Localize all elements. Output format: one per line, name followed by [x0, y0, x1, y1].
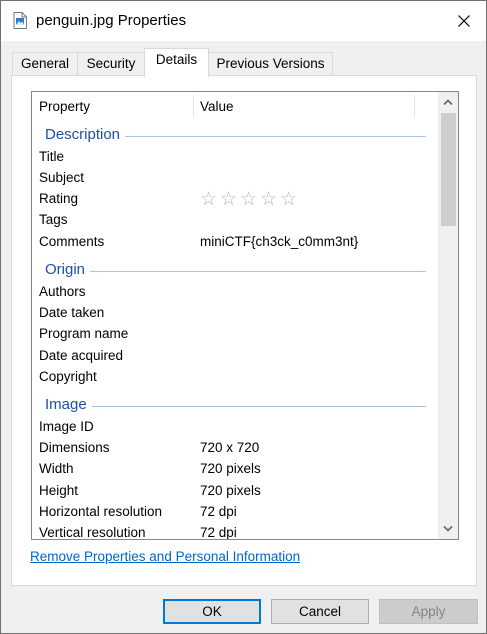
title-bar: penguin.jpg Properties [1, 1, 486, 41]
property-name: Subject [39, 170, 85, 185]
property-value[interactable]: 72 dpi [200, 504, 237, 519]
property-value[interactable]: miniCTF{ch3ck_c0mm3nt} [200, 234, 358, 249]
properties-dialog: penguin.jpg Properties General Security … [0, 0, 487, 634]
ok-button[interactable]: OK [163, 599, 261, 624]
row-program-name[interactable]: Program name [32, 323, 436, 344]
property-name: Program name [39, 326, 129, 341]
close-icon [458, 15, 470, 27]
property-rows: Description Title Subject Rating ☆☆☆☆☆ T… [32, 92, 436, 539]
row-subject[interactable]: Subject [32, 167, 436, 188]
property-name: Tags [39, 212, 68, 227]
details-panel: Description Title Subject Rating ☆☆☆☆☆ T… [11, 75, 477, 586]
scrollbar-thumb[interactable] [441, 113, 456, 226]
property-value[interactable]: 72 dpi [200, 525, 237, 539]
row-width[interactable]: Width 720 pixels [32, 458, 436, 479]
row-date-taken[interactable]: Date taken [32, 302, 436, 323]
property-name: Date taken [39, 305, 105, 320]
property-name: Comments [39, 234, 105, 249]
group-label: Description [45, 126, 126, 143]
group-image: Image [32, 394, 436, 416]
property-name: Copyright [39, 369, 97, 384]
cancel-button[interactable]: Cancel [271, 599, 369, 624]
row-vertical-resolution[interactable]: Vertical resolution 72 dpi [32, 522, 436, 539]
property-name: Width [39, 461, 74, 476]
property-name: Height [39, 483, 79, 498]
tab-strip: General Security Details Previous Versio… [11, 48, 481, 77]
column-divider[interactable] [414, 95, 415, 117]
property-list[interactable]: Description Title Subject Rating ☆☆☆☆☆ T… [31, 91, 459, 540]
column-header-property[interactable]: Property [39, 99, 90, 114]
tab-previous-versions[interactable]: Previous Versions [208, 52, 333, 76]
property-value[interactable]: 720 pixels [200, 483, 261, 498]
row-rating[interactable]: Rating ☆☆☆☆☆ [32, 188, 436, 211]
row-image-id[interactable]: Image ID [32, 416, 436, 437]
column-header-value[interactable]: Value [200, 99, 234, 114]
close-button[interactable] [442, 1, 486, 41]
row-height[interactable]: Height 720 pixels [32, 480, 436, 501]
group-label: Origin [45, 261, 91, 278]
tab-general[interactable]: General [12, 52, 78, 76]
apply-button[interactable]: Apply [379, 599, 478, 624]
property-name: Dimensions [39, 440, 110, 455]
property-name: Authors [39, 284, 86, 299]
tab-details[interactable]: Details [144, 48, 209, 77]
row-comments[interactable]: Comments miniCTF{ch3ck_c0mm3nt} [32, 231, 436, 252]
row-title[interactable]: Title [32, 146, 436, 167]
row-copyright[interactable]: Copyright [32, 366, 436, 387]
image-file-icon [13, 12, 27, 29]
row-horizontal-resolution[interactable]: Horizontal resolution 72 dpi [32, 501, 436, 522]
property-name: Title [39, 149, 65, 164]
property-name: Vertical resolution [39, 525, 146, 539]
tab-security[interactable]: Security [77, 52, 145, 76]
scroll-up-button[interactable] [438, 92, 458, 112]
list-header: Property Value [32, 92, 436, 120]
scroll-down-button[interactable] [438, 519, 458, 539]
group-label: Image [45, 396, 92, 413]
row-authors[interactable]: Authors [32, 281, 436, 302]
chevron-down-icon [443, 526, 453, 532]
property-value[interactable]: 720 x 720 [200, 440, 259, 455]
group-description: Description [32, 124, 436, 146]
property-name: Image ID [39, 419, 94, 434]
window-title: penguin.jpg Properties [36, 12, 187, 29]
row-dimensions[interactable]: Dimensions 720 x 720 [32, 437, 436, 458]
column-divider[interactable] [193, 95, 194, 117]
property-name: Date acquired [39, 348, 124, 363]
rating-stars[interactable]: ☆☆☆☆☆ [200, 188, 300, 211]
property-value[interactable]: 720 pixels [200, 461, 261, 476]
group-origin: Origin [32, 259, 436, 281]
property-name: Rating [39, 191, 79, 206]
remove-properties-link[interactable]: Remove Properties and Personal Informati… [30, 549, 300, 564]
chevron-up-icon [443, 99, 453, 105]
vertical-scrollbar[interactable] [438, 92, 458, 539]
row-date-acquired[interactable]: Date acquired [32, 345, 436, 366]
row-tags[interactable]: Tags [32, 209, 436, 230]
property-name: Horizontal resolution [39, 504, 163, 519]
